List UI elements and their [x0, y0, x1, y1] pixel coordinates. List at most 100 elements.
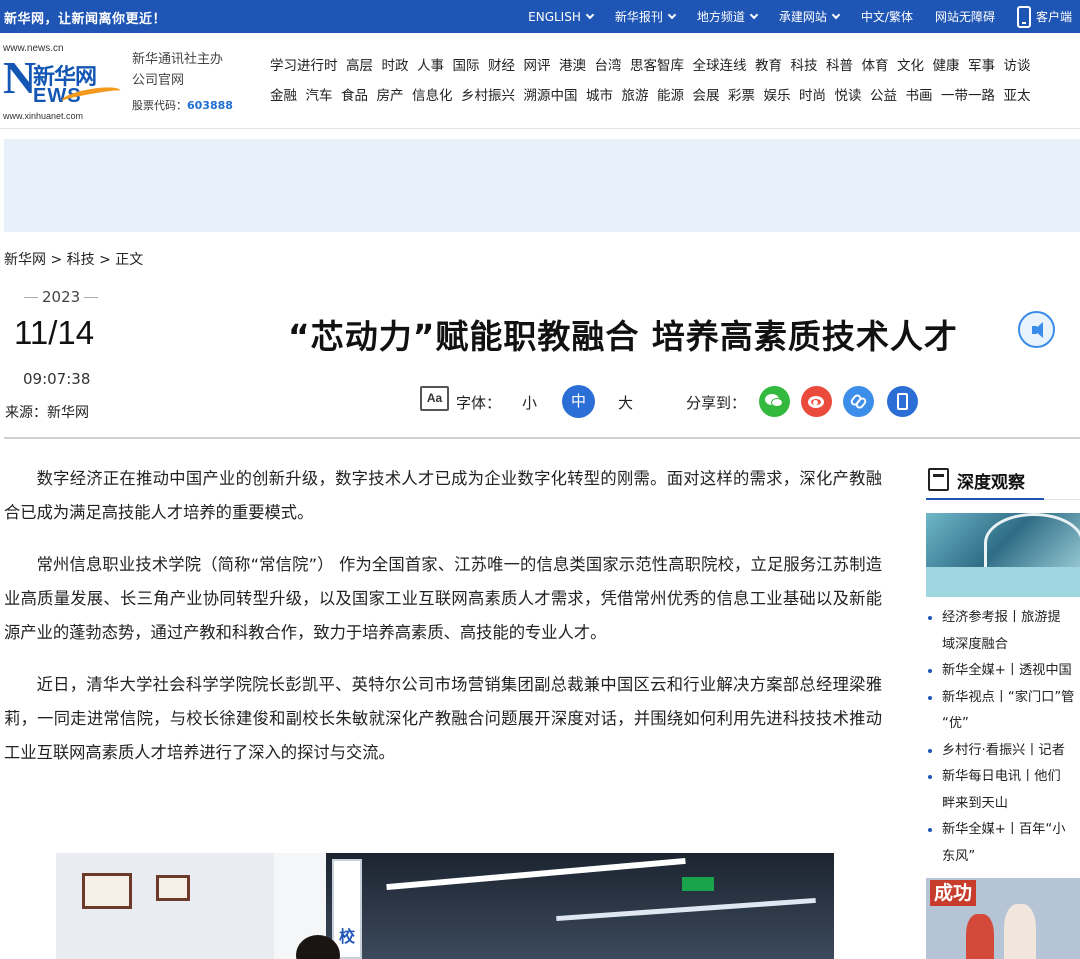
channel-link[interactable]: 人事	[417, 58, 444, 74]
channel-link[interactable]: 时尚	[799, 88, 826, 104]
dash-right	[84, 296, 99, 298]
sidebar-news-item[interactable]: 新华视点丨“家门口”管	[926, 685, 1080, 712]
chevron-down-icon	[749, 10, 759, 19]
sidebar-header: 深度观察	[926, 462, 1080, 500]
nav-accessibility[interactable]: 网站无障碍	[935, 8, 995, 25]
channel-link[interactable]: 书画	[906, 88, 933, 104]
sidebar-news-item-continued[interactable]: 畔来到天山	[926, 791, 1080, 818]
channel-link[interactable]: 思客智库	[630, 58, 684, 74]
nav-local-channels[interactable]: 地方频道	[696, 8, 759, 25]
channel-link[interactable]: 悦读	[835, 88, 862, 104]
channel-link[interactable]: 军事	[968, 58, 995, 74]
article-paragraph: 常州信息职业技术学院（简称“常信院”） 作为全国首家、江苏唯一的信息类国家示范性…	[4, 555, 882, 642]
channel-link[interactable]: 体育	[862, 58, 889, 74]
article-paragraph: 近日，清华大学社会科学学院院长彭凯平、英特尔公司市场营销集团副总裁兼中国区云和行…	[4, 675, 882, 762]
org-official-site: 公司官网	[132, 73, 185, 88]
channel-link[interactable]: 国际	[453, 58, 480, 74]
channel-link[interactable]: 彩票	[728, 88, 755, 104]
sidebar-news-item[interactable]: 新华全媒+丨透视中国	[926, 658, 1080, 685]
channel-link[interactable]: 网评	[524, 58, 551, 74]
channel-link[interactable]: 台湾	[595, 58, 622, 74]
nav-client-app[interactable]: 客户端	[1016, 5, 1072, 28]
header-divider	[4, 437, 1080, 439]
wechat-icon-bubble	[771, 398, 783, 407]
channel-link[interactable]: 溯源中国	[524, 88, 578, 104]
sidebar-news-item[interactable]: 乡村行·看振兴丨记者	[926, 738, 1080, 765]
sidebar-news-item[interactable]: 经济参考报丨旅游提	[926, 605, 1080, 632]
photo-school-sign-text: 校	[338, 927, 355, 946]
channel-link[interactable]: 健康	[933, 58, 960, 74]
channel-link[interactable]: 全球连线	[693, 58, 747, 74]
channel-link[interactable]: 一带一路	[941, 88, 995, 104]
xinhua-logo[interactable]: www.news.cn N 新华网 EWS www.xinhuanet.com	[3, 43, 122, 123]
photo-certificate-frame-small	[156, 875, 190, 901]
channel-link[interactable]: 娱乐	[764, 88, 791, 104]
font-size-small[interactable]: 小	[522, 392, 537, 413]
channel-link[interactable]: 乡村振兴	[461, 88, 515, 104]
sidebar-second-photo[interactable]: 成功	[926, 878, 1080, 959]
channel-link[interactable]: 科普	[826, 58, 853, 74]
article-photo: 校	[56, 853, 834, 959]
speaker-icon[interactable]	[1018, 311, 1055, 348]
channel-link[interactable]: 汽车	[306, 88, 333, 104]
top-bar: 新华网，让新闻离你更近！ ENGLISH 新华报刊 地方频道 承建网站 中文/繁…	[0, 0, 1080, 33]
channel-link[interactable]: 时政	[382, 58, 409, 74]
nav-simplified-traditional[interactable]: 中文/繁体	[861, 8, 913, 25]
font-size-medium[interactable]: 中	[562, 385, 595, 418]
photo-water	[926, 567, 1080, 597]
sidebar-title-underline	[926, 498, 1044, 500]
photo-certificate-frame	[82, 873, 132, 909]
channel-link[interactable]: 教育	[755, 58, 782, 74]
nav-english[interactable]: ENGLISH	[528, 10, 595, 24]
sidebar-news-item-continued[interactable]: 域深度融合	[926, 632, 1080, 659]
channel-link[interactable]: 城市	[586, 88, 613, 104]
site-slogan: 新华网，让新闻离你更近！	[4, 12, 167, 27]
channel-link[interactable]: 能源	[657, 88, 684, 104]
channel-link[interactable]: 会展	[693, 88, 720, 104]
font-size-icon: Aa	[420, 386, 449, 411]
channel-link[interactable]: 高层	[346, 58, 373, 74]
sidebar-news-item[interactable]: 新华每日电讯丨他们	[926, 764, 1080, 791]
channel-link[interactable]: 文化	[897, 58, 924, 74]
ad-banner[interactable]	[4, 139, 1080, 232]
channel-link[interactable]: 房产	[377, 88, 404, 104]
channel-link[interactable]: 食品	[341, 88, 368, 104]
sidebar-news-item[interactable]: 新华全媒+丨百年“小	[926, 817, 1080, 844]
publish-month-day: 11/14	[14, 314, 95, 351]
mobile-phone-icon	[1016, 5, 1031, 28]
nav-hosted-sites[interactable]: 承建网站	[779, 8, 841, 25]
share-mobile-button[interactable]	[887, 386, 918, 417]
channel-link[interactable]: 旅游	[622, 88, 649, 104]
channel-link[interactable]: 公益	[870, 88, 897, 104]
stock-code: 股票代码：603888	[132, 95, 233, 116]
article-title: “芯动力”赋能职教融合 培养高素质技术人才	[288, 317, 958, 356]
sidebar-news-item-continued[interactable]: 东风”	[926, 844, 1080, 871]
breadcrumb[interactable]: 新华网 > 科技 > 正文	[4, 249, 143, 269]
channel-link[interactable]: 科技	[791, 58, 818, 74]
organization-info: 新华通讯社主办 公司官网 股票代码：603888	[132, 49, 233, 116]
chevron-down-icon	[585, 10, 595, 19]
channel-link[interactable]: 港澳	[559, 58, 586, 74]
share-label: 分享到：	[686, 394, 747, 412]
channel-link[interactable]: 财经	[488, 58, 515, 74]
channel-link[interactable]: 信息化	[412, 88, 453, 104]
nav-local-channels-label: 地方频道	[696, 10, 745, 24]
publish-time: 09:07:38	[23, 370, 91, 388]
share-link-button[interactable]	[843, 386, 874, 417]
channel-row-1: 学习进行时 高层 时政 人事 国际 财经 网评 港澳 台湾 思客智库 全球连线 教育 科技 科普 体育 文化健…	[270, 55, 1080, 85]
top-nav: ENGLISH 新华报刊 地方频道 承建网站 中文/繁体 网站无障碍 客户端	[506, 0, 1072, 33]
photo2-person	[1004, 904, 1036, 959]
sidebar-news-item-continued[interactable]: “优”	[926, 711, 1080, 738]
nav-newspapers[interactable]: 新华报刊	[615, 8, 677, 25]
chevron-down-icon	[667, 10, 677, 19]
share-wechat-button[interactable]	[759, 386, 790, 417]
channel-link[interactable]: 金融	[270, 88, 297, 104]
channel-link[interactable]: 访谈	[1004, 58, 1031, 74]
sidebar-featured-photo[interactable]	[926, 513, 1080, 597]
channel-link[interactable]: 学习进行时	[270, 58, 338, 74]
site-header: www.news.cn N 新华网 EWS www.xinhuanet.com …	[0, 33, 1080, 129]
share-weibo-button[interactable]	[801, 386, 832, 417]
font-size-large[interactable]: 大	[618, 392, 633, 413]
photo-exit-sign	[682, 877, 714, 891]
channel-link[interactable]: 亚太	[1004, 88, 1031, 104]
